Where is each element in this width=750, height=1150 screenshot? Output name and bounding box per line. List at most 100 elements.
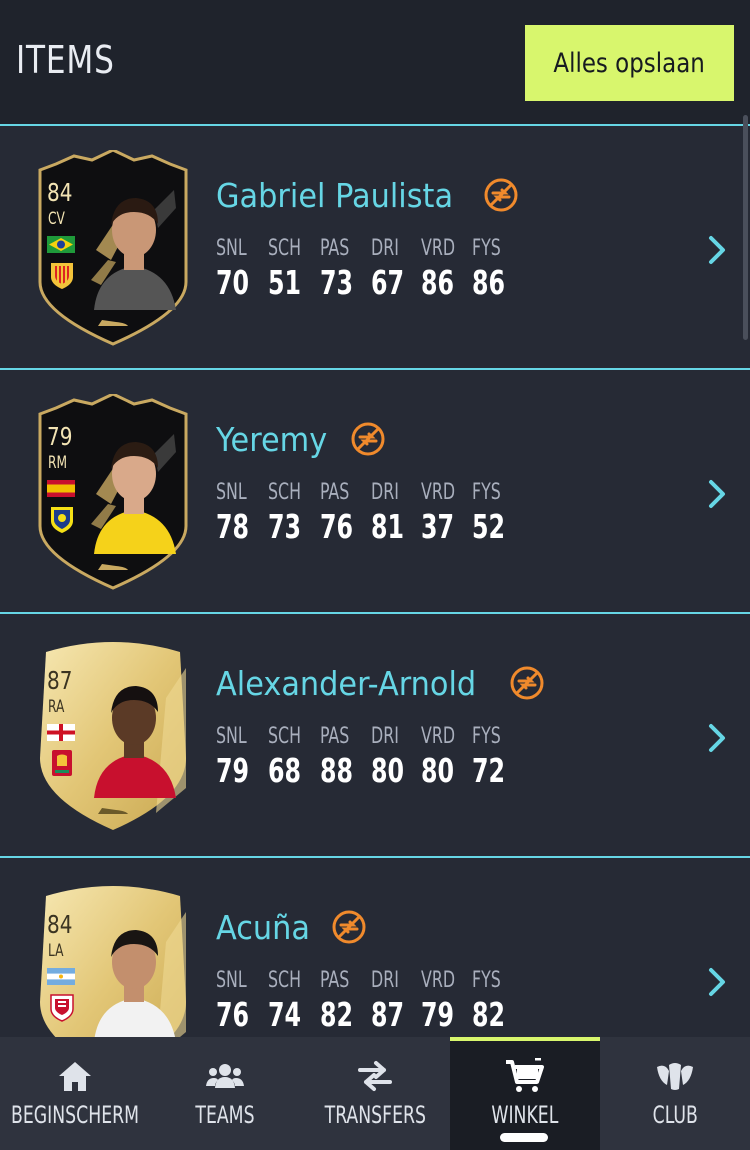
- stat-dri: DRI 81: [371, 480, 421, 546]
- swap-arrows-icon: [355, 1057, 395, 1095]
- scrollbar[interactable]: [743, 115, 748, 340]
- item-list: 84 CV Gabriel Paulista SNL 70 SCH 51 PAS 73 DRI 67…: [0, 126, 750, 1102]
- player-card: 84 CV: [36, 150, 190, 346]
- stat-value: 52: [472, 507, 506, 546]
- save-all-label: Alles opslaan: [553, 47, 706, 79]
- stat-label: FYS: [472, 236, 501, 261]
- club-crest-icon: [49, 504, 75, 534]
- stat-snl: SNL 79: [216, 724, 266, 790]
- player-portrait: [84, 424, 184, 554]
- stat-label: SCH: [268, 480, 302, 505]
- stat-dri: DRI 80: [371, 724, 421, 790]
- stat-label: DRI: [371, 724, 399, 749]
- stat-value: 70: [216, 263, 250, 302]
- stat-fys: FYS 82: [472, 968, 522, 1034]
- stat-label: DRI: [371, 480, 399, 505]
- stat-value: 51: [268, 263, 302, 302]
- stat-label: PAS: [320, 724, 350, 749]
- nav-label: WINKEL: [491, 1101, 559, 1129]
- stat-value: 67: [371, 263, 405, 302]
- chevron-right-icon[interactable]: [705, 234, 729, 266]
- nav-label: BEGINSCHERM: [11, 1101, 140, 1129]
- club-crest-icon: [49, 992, 75, 1022]
- stat-fys: FYS 52: [472, 480, 522, 546]
- stat-label: VRD: [421, 724, 456, 749]
- card-rating: 79: [47, 422, 73, 451]
- stat-value: 73: [320, 263, 354, 302]
- card-position: RA: [48, 697, 65, 717]
- people-icon: [205, 1057, 245, 1095]
- stat-snl: SNL 76: [216, 968, 266, 1034]
- nav-label: CLUB: [652, 1101, 698, 1129]
- stat-value: 87: [371, 995, 405, 1034]
- stat-pas: PAS 82: [320, 968, 370, 1034]
- save-all-button[interactable]: Alles opslaan: [525, 25, 734, 101]
- club-crest-icon: [49, 260, 75, 290]
- stat-label: DRI: [371, 968, 399, 993]
- untradeable-icon: [332, 910, 366, 944]
- stat-vrd: VRD 37: [421, 480, 471, 546]
- stat-pas: PAS 76: [320, 480, 370, 546]
- stat-value: 73: [268, 507, 302, 546]
- club-crest-icon: [49, 748, 75, 778]
- stat-label: SNL: [216, 236, 247, 261]
- stat-fys: FYS 86: [472, 236, 522, 302]
- stat-dri: DRI 67: [371, 236, 421, 302]
- player-name: Alexander-Arnold: [216, 664, 477, 703]
- nation-flag-icon: [47, 968, 75, 985]
- nav-label: TEAMS: [195, 1101, 255, 1129]
- stat-value: 37: [421, 507, 455, 546]
- untradeable-icon: [510, 666, 544, 700]
- stat-value: 80: [421, 751, 455, 790]
- chevron-right-icon[interactable]: [705, 722, 729, 754]
- nav-beginscherm[interactable]: BEGINSCHERM: [0, 1037, 150, 1150]
- untradeable-icon: [484, 178, 518, 212]
- bottom-nav: BEGINSCHERM TEAMS TRANSFERS WINKEL CLUB: [0, 1037, 750, 1150]
- top-bar: ITEMS Alles opslaan: [0, 0, 750, 126]
- stat-label: PAS: [320, 968, 350, 993]
- stat-value: 82: [472, 995, 506, 1034]
- stat-label: VRD: [421, 968, 456, 993]
- nav-teams[interactable]: TEAMS: [150, 1037, 300, 1150]
- page-title: ITEMS: [16, 38, 115, 82]
- stat-value: 76: [320, 507, 354, 546]
- stat-label: SCH: [268, 968, 302, 993]
- stat-value: 86: [472, 263, 506, 302]
- player-item-row[interactable]: 79 RM Yeremy SNL 78 SCH 73 PAS 76 DRI 81 VRD 37 FYS 52: [0, 370, 750, 614]
- stat-label: DRI: [371, 236, 399, 261]
- stat-label: SCH: [268, 724, 302, 749]
- player-name: Gabriel Paulista: [216, 176, 454, 215]
- stat-value: 86: [421, 263, 455, 302]
- stat-label: VRD: [421, 236, 456, 261]
- chevron-right-icon[interactable]: [705, 966, 729, 998]
- stat-label: PAS: [320, 236, 350, 261]
- player-item-row[interactable]: 84 CV Gabriel Paulista SNL 70 SCH 51 PAS 73 DRI 67…: [0, 126, 750, 370]
- nav-transfers[interactable]: TRANSFERS: [300, 1037, 450, 1150]
- nav-club[interactable]: CLUB: [600, 1037, 750, 1150]
- player-name: Yeremy: [216, 420, 328, 459]
- card-position: LA: [48, 941, 64, 961]
- card-position: CV: [48, 209, 65, 229]
- boot-icon: [96, 806, 130, 816]
- stat-label: FYS: [472, 968, 501, 993]
- cart-icon: [505, 1057, 545, 1095]
- stat-value: 81: [371, 507, 405, 546]
- stat-label: FYS: [472, 724, 501, 749]
- card-rating: 84: [47, 910, 73, 939]
- player-name: Acuña: [216, 908, 311, 947]
- stat-value: 79: [421, 995, 455, 1034]
- nav-winkel[interactable]: WINKEL: [450, 1037, 600, 1150]
- stat-snl: SNL 70: [216, 236, 266, 302]
- stat-value: 74: [268, 995, 302, 1034]
- stat-value: 78: [216, 507, 250, 546]
- nation-flag-icon: [47, 480, 75, 497]
- stat-label: SCH: [268, 236, 302, 261]
- active-indicator: [500, 1133, 548, 1142]
- home-icon: [55, 1057, 95, 1095]
- player-item-row[interactable]: 87 RA Alexander-Arnold SNL 79 SCH 68 PAS 88 DRI 80…: [0, 614, 750, 858]
- chevron-right-icon[interactable]: [705, 478, 729, 510]
- stat-sch: SCH 68: [268, 724, 318, 790]
- stat-value: 88: [320, 751, 354, 790]
- stat-sch: SCH 73: [268, 480, 318, 546]
- player-card: 79 RM: [36, 394, 190, 590]
